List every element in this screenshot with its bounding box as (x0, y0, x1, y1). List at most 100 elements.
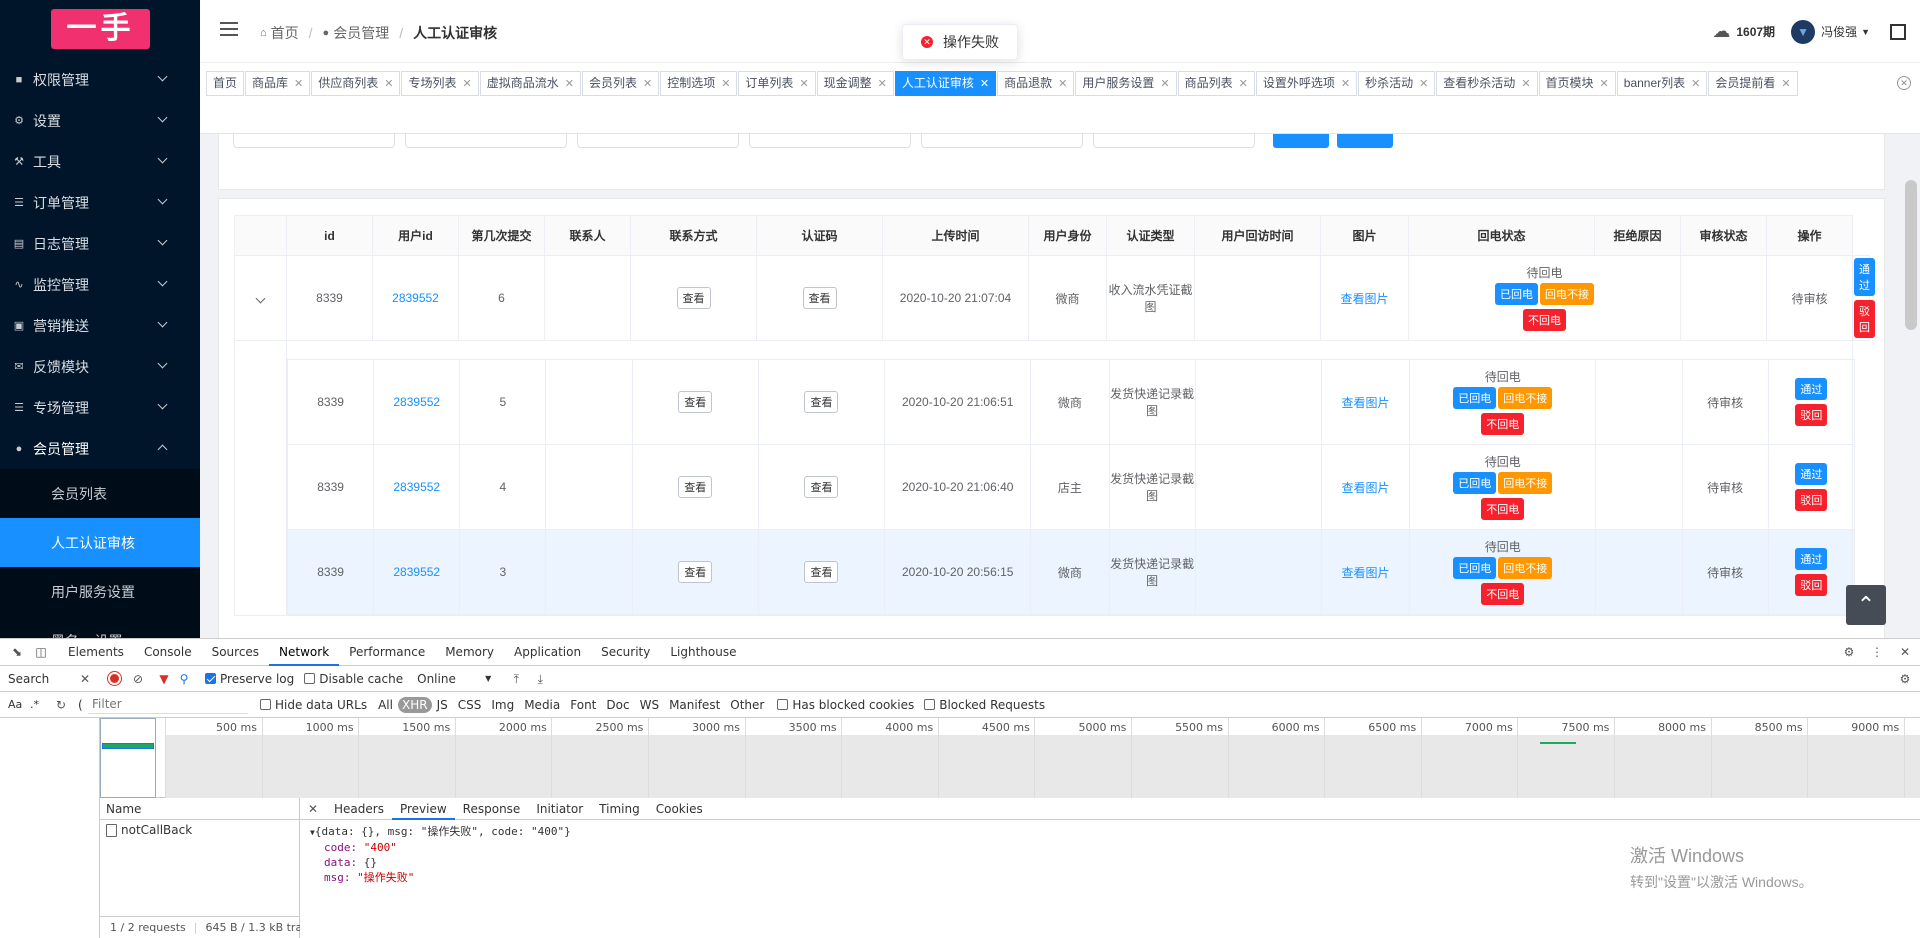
timeline-selection[interactable] (100, 718, 156, 798)
resource-type-filter[interactable]: All (373, 698, 398, 712)
no-call-button[interactable]: 不回电 (1481, 582, 1525, 605)
more-icon[interactable]: ⋮ (1870, 645, 1884, 659)
close-tab-icon[interactable]: ✕ (1521, 78, 1530, 90)
throttle-chevron-icon[interactable]: ▼ (485, 674, 491, 683)
filter-input[interactable] (233, 134, 395, 148)
close-tab-icon[interactable]: ✕ (294, 78, 303, 90)
close-tab-icon[interactable]: ✕ (1058, 78, 1067, 90)
tag-view-tab[interactable]: 会员列表 ✕ (581, 71, 660, 96)
view-contact-button[interactable]: 查看 (678, 561, 713, 583)
resource-type-filter[interactable]: Doc (601, 698, 634, 712)
view-image-link[interactable]: 查看图片 (1340, 292, 1388, 306)
disable-cache-checkbox[interactable] (304, 673, 316, 684)
details-tab[interactable]: Preview (391, 798, 455, 820)
view-contact-button[interactable]: 查看 (678, 391, 713, 413)
close-tab-icon[interactable]: ✕ (565, 78, 574, 90)
upload-icon[interactable]: ⤒ (509, 672, 523, 686)
resource-type-filter[interactable]: JS (432, 698, 453, 712)
resource-type-filter[interactable]: WS (635, 698, 664, 712)
close-tab-icon[interactable]: ✕ (1600, 78, 1609, 90)
filter-input[interactable] (921, 134, 1083, 148)
blocked-cookies-checkbox[interactable] (777, 699, 789, 710)
sidebar-item-feedback[interactable]: ✉ 反馈模块 (0, 346, 200, 387)
view-image-link[interactable]: 查看图片 (1341, 566, 1389, 580)
details-tab[interactable]: Headers (326, 798, 392, 820)
sidebar-item-settings[interactable]: ⚙ 设置 (0, 100, 200, 141)
sidebar-item-user-service[interactable]: 用户服务设置 (0, 567, 200, 616)
caret-down-icon[interactable]: ▼ (1861, 27, 1870, 37)
clear-icon[interactable]: ⊘ (131, 672, 145, 686)
tag-view-tab[interactable]: 供应商列表 ✕ (311, 71, 401, 96)
no-call-button[interactable]: 不回电 (1523, 308, 1566, 331)
view-contact-button[interactable]: 查看 (678, 476, 713, 498)
sidebar-item-manual-review[interactable]: 人工认证审核 (0, 518, 200, 567)
devtools-tab[interactable]: Application (504, 639, 591, 666)
json-summary[interactable]: ▼{data: {}, msg: "操作失败", code: "400"} (310, 824, 1910, 840)
sidebar-item-members[interactable]: ● 会员管理 (0, 428, 200, 469)
devtools-tab[interactable]: Network (269, 639, 340, 666)
devtools-tab[interactable]: Sources (202, 639, 269, 666)
tag-view-tab[interactable]: 秒杀活动 ✕ (1358, 71, 1436, 96)
tag-view-tab[interactable]: 查看秒杀活动 ✕ (1436, 71, 1538, 96)
refresh-icon[interactable]: ↻ (54, 698, 68, 712)
back-to-top-button[interactable]: ⌃ (1846, 585, 1886, 625)
filter-icon[interactable]: ▼ (157, 672, 171, 686)
inspect-icon[interactable]: ⬊ (10, 645, 24, 659)
called-button[interactable]: 已回电 (1495, 282, 1538, 305)
close-tab-icon[interactable]: ✕ (721, 78, 730, 90)
no-answer-button[interactable]: 回电不接 (1540, 282, 1594, 305)
tag-view-tab[interactable]: 现金调整 ✕ (816, 71, 894, 96)
request-row[interactable]: notCallBack (100, 820, 299, 840)
sidebar-item-member-list[interactable]: 会员列表 (0, 469, 200, 518)
pass-button[interactable]: 通过 (1795, 548, 1828, 570)
close-tab-icon[interactable]: ✕ (384, 78, 393, 90)
close-tab-icon[interactable]: ✕ (1160, 78, 1169, 90)
no-answer-button[interactable]: 回电不接 (1498, 386, 1553, 409)
tag-view-tab[interactable]: 首页模块 ✕ (1538, 71, 1616, 96)
reject-button[interactable]: 驳回 (1795, 489, 1828, 511)
tag-view-tab[interactable]: 首页 (206, 71, 245, 96)
reject-button[interactable]: 驳回 (1795, 404, 1828, 426)
view-contact-button[interactable]: 查看 (676, 287, 711, 309)
request-name[interactable]: notCallBack (121, 823, 192, 837)
pass-button[interactable]: 通过 (1854, 258, 1875, 296)
blocked-requests-checkbox[interactable] (924, 699, 936, 710)
tag-view-tab[interactable]: 订单列表 ✕ (738, 71, 816, 96)
resource-type-filter[interactable]: XHR (397, 696, 432, 713)
page-scrollbar[interactable] (1905, 180, 1917, 330)
close-icon[interactable]: ✕ (1898, 645, 1912, 659)
name-column-header[interactable]: Name (100, 798, 299, 820)
called-button[interactable]: 已回电 (1453, 556, 1497, 579)
tag-view-tab[interactable]: 会员提前看 ✕ (1708, 71, 1798, 96)
devtools-tab[interactable]: Memory (435, 639, 504, 666)
devtools-tab[interactable]: Elements (58, 639, 134, 666)
tag-view-tab[interactable]: 商品列表 ✕ (1177, 71, 1255, 96)
resource-type-filter[interactable]: Other (725, 698, 769, 712)
match-case-icon[interactable]: Aa (0, 698, 30, 711)
sidebar-item-special[interactable]: ☰ 专场管理 (0, 387, 200, 428)
search-button[interactable] (1273, 134, 1329, 148)
close-tab-icon[interactable]: ✕ (799, 78, 808, 90)
details-tab[interactable]: Timing (591, 798, 648, 820)
filter-input[interactable] (405, 134, 567, 148)
close-tab-icon[interactable]: ✕ (1341, 78, 1350, 90)
close-details-icon[interactable]: ✕ (306, 802, 320, 816)
regex-icon[interactable]: .* (30, 698, 54, 711)
devtools-tab[interactable]: Security (591, 639, 660, 666)
sidebar-item-marketing[interactable]: ▣ 营销推送 (0, 305, 200, 346)
user-id-link[interactable]: 2839552 (393, 565, 440, 579)
reject-button[interactable]: 驳回 (1795, 574, 1828, 596)
user-id-link[interactable]: 2839552 (393, 480, 440, 494)
download-icon[interactable]: ⤓ (533, 672, 547, 686)
resource-type-filter[interactable]: Font (565, 698, 601, 712)
devtools-tab[interactable]: Performance (339, 639, 435, 666)
resource-type-filter[interactable]: Media (519, 698, 565, 712)
network-settings-icon[interactable]: ⚙ (1898, 672, 1912, 686)
hamburger-icon[interactable] (220, 22, 238, 36)
sidebar-item-monitor[interactable]: ∿ 监控管理 (0, 264, 200, 305)
search-tab-label[interactable]: Search (0, 672, 78, 686)
called-button[interactable]: 已回电 (1453, 386, 1497, 409)
close-tab-icon[interactable]: ✕ (1781, 78, 1790, 90)
fullscreen-icon[interactable] (1890, 23, 1906, 40)
reset-button[interactable] (1337, 134, 1393, 148)
